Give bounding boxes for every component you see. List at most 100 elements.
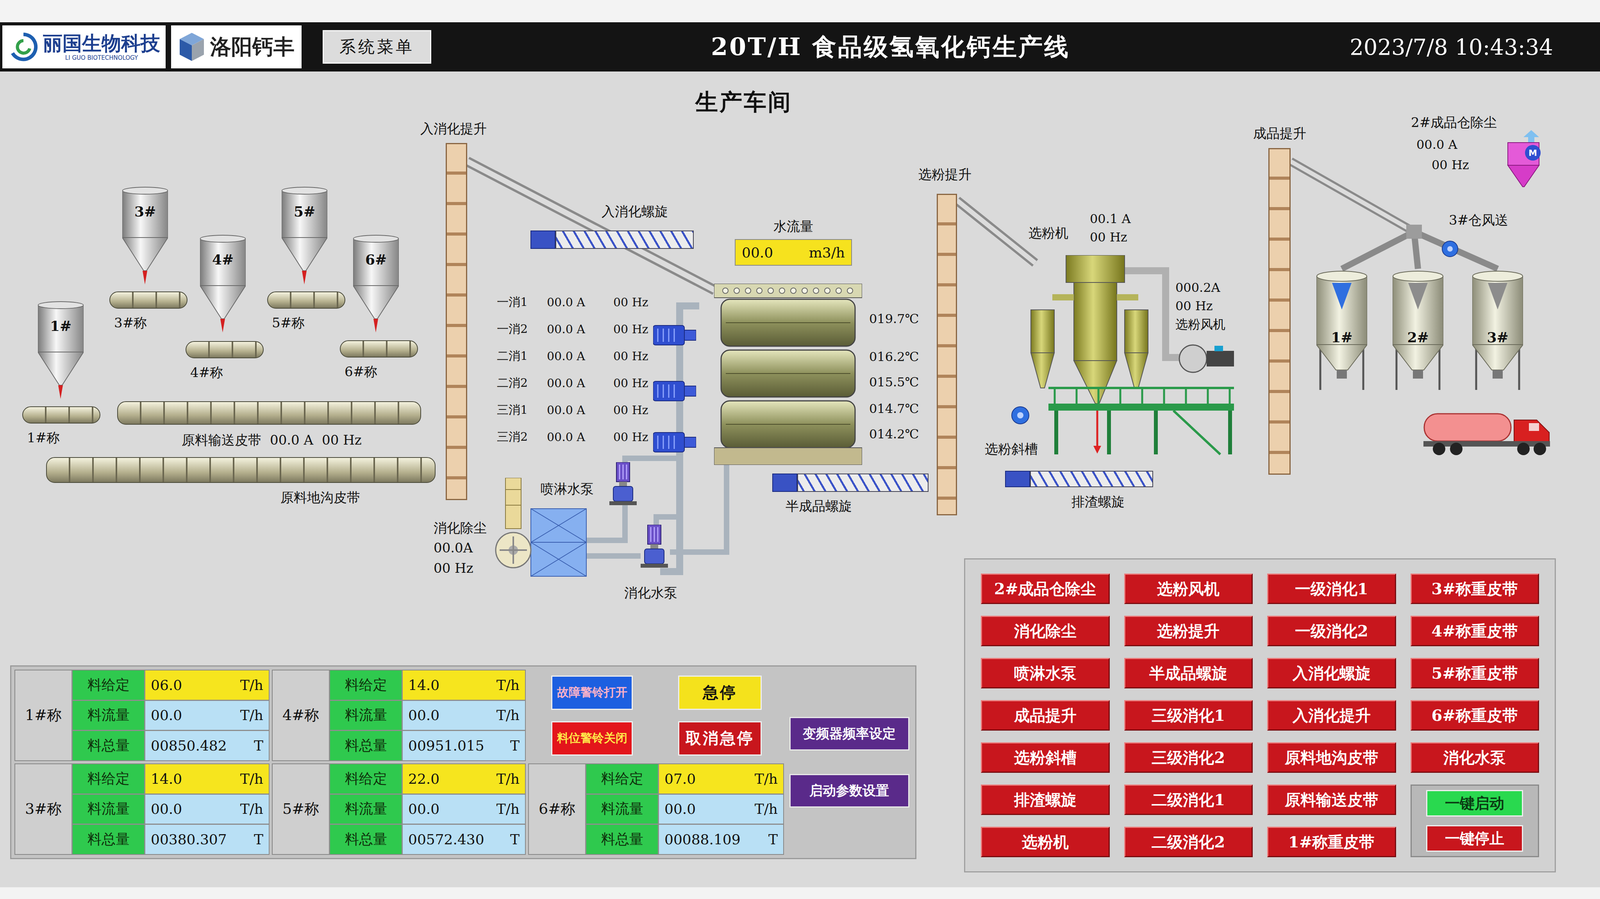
level-marker <box>1487 282 1508 310</box>
level-marker <box>1408 282 1428 310</box>
scale-block: 5#称料给定22.0T/h料流量00.0T/h料总量00572.430T <box>271 763 526 855</box>
scale-row-value: 00.0T/h <box>402 794 525 824</box>
belt-icon <box>267 291 346 309</box>
scale-name: 4#称 <box>272 670 329 761</box>
classifier-chute-label: 选粉斜槽 <box>984 441 1038 457</box>
settings-button[interactable]: 启动参数设置 <box>789 773 910 808</box>
motor-button[interactable]: 选粉提升 <box>1124 615 1254 647</box>
silo-icon <box>353 234 399 333</box>
motor-button[interactable]: 半成品螺旋 <box>1124 657 1254 689</box>
feed-elevator-label: 入消化提升 <box>420 121 487 136</box>
classifier-elevator <box>936 193 958 516</box>
partner-logo: 洛阳钙丰 <box>171 25 302 69</box>
scale-name: 3#称 <box>15 764 72 854</box>
motor-button[interactable]: 2#成品仓除尘 <box>980 573 1110 604</box>
scale-row-value[interactable]: 14.0T/h <box>402 670 525 700</box>
tanker-truck-icon <box>1423 408 1552 457</box>
motor-button[interactable]: 选粉机 <box>980 826 1110 858</box>
classifier-fan-readings: 000.2A00 Hz选粉风机 <box>1175 280 1226 332</box>
scale-row-label: 料流量 <box>586 794 658 824</box>
feed-elevator <box>445 142 468 500</box>
weigh-belt: 4#称 <box>185 341 264 380</box>
workshop-title: 生产车间 <box>695 87 793 118</box>
screw-motor-icon <box>772 473 798 492</box>
silo-label: 6# <box>353 251 399 268</box>
motor-button[interactable]: 入消化螺旋 <box>1267 657 1397 689</box>
alarm-bell-button[interactable]: 料位警铃关闭 <box>551 721 633 756</box>
motor-button[interactable]: 选粉斜槽 <box>980 742 1110 773</box>
motor-button[interactable]: 消化除尘 <box>980 615 1110 647</box>
motor-button[interactable]: 一级消化2 <box>1267 615 1397 647</box>
screw-tube <box>797 473 929 492</box>
motor-button[interactable]: 3#称重皮带 <box>1410 573 1540 604</box>
motor-button[interactable]: 6#称重皮带 <box>1410 700 1540 731</box>
scale-row-label: 料总量 <box>330 824 402 854</box>
classifier-label: 选粉机 <box>1028 225 1069 241</box>
scale-row-value: 00380.307T <box>145 824 269 854</box>
scale-row-value[interactable]: 06.0T/h <box>145 670 269 700</box>
product-elevator <box>1268 148 1291 475</box>
silo3-blower-label: 3#仓风送 <box>1448 212 1509 228</box>
motor-button[interactable]: 二级消化2 <box>1124 826 1254 858</box>
product-dust-current: 00.0 A <box>1416 137 1458 152</box>
motor-button[interactable]: 成品提升 <box>980 700 1110 731</box>
hmi-screen: 丽国生物科技LI GUO BIOTECHNOLOGY洛阳钙丰系统菜单20T/H … <box>0 0 1600 899</box>
scale-name: 5#称 <box>272 764 329 854</box>
motor-button[interactable]: 原料输送皮带 <box>1267 784 1397 815</box>
silo-icon <box>200 234 246 333</box>
motor-button[interactable]: 原料地沟皮带 <box>1267 742 1397 773</box>
scale-row-label: 料给定 <box>586 764 658 794</box>
motor-button[interactable]: 三级消化2 <box>1124 742 1254 773</box>
motor-button[interactable]: 入消化提升 <box>1267 700 1397 731</box>
scale-row-value: 00.0T/h <box>145 700 269 731</box>
screw-motor-icon <box>1005 470 1031 488</box>
scale-row-value: 00572.430T <box>402 824 525 854</box>
silo-label: 5# <box>281 203 328 220</box>
scale-name: 1#称 <box>15 670 72 761</box>
scale-row-value[interactable]: 07.0T/h <box>658 764 784 794</box>
settings-button[interactable]: 变频器频率设定 <box>789 716 910 751</box>
motor-button[interactable]: 选粉风机 <box>1124 573 1254 604</box>
scale-row-label: 料总量 <box>586 824 658 854</box>
motor-button[interactable]: 消化水泵 <box>1410 742 1540 773</box>
feed-screw-label: 入消化螺旋 <box>601 204 668 219</box>
motor-button[interactable]: 1#称重皮带 <box>1267 826 1397 858</box>
alarm-bell-button[interactable]: 故障警铃打开 <box>551 675 633 710</box>
scale-row-value: 00.0T/h <box>658 794 784 824</box>
level-marker <box>1332 282 1352 310</box>
motor-button[interactable]: 二级消化1 <box>1124 784 1254 815</box>
brand-logo: 丽国生物科技LI GUO BIOTECHNOLOGY <box>2 25 166 69</box>
silo-icon <box>37 301 84 399</box>
weigh-belt-label: 6#称 <box>344 364 418 379</box>
temperature-reading: 014.7℃ <box>869 401 919 416</box>
scale-row-value: 00951.015T <box>402 730 525 761</box>
raw-conveyor-label: 原料输送皮带00.0 A00 Hz <box>181 432 362 448</box>
scale-row-label: 料给定 <box>72 764 145 794</box>
one-key-box: 一键启动一键停止 <box>1410 784 1540 858</box>
motor-button[interactable]: 5#称重皮带 <box>1410 657 1540 689</box>
digester-motor-table: 一消100.0 A00 Hz一消200.0 A00 Hz二消100.0 A00 … <box>496 288 653 451</box>
motor-icon <box>653 377 697 405</box>
motor-button[interactable]: 4#称重皮带 <box>1410 615 1540 647</box>
emergency-stop-button[interactable]: 取消急停 <box>678 721 762 756</box>
emergency-stop-button[interactable]: 急停 <box>678 675 762 710</box>
ground-conveyor-label: 原料地沟皮带 <box>280 490 361 505</box>
one-key-button[interactable]: 一键停止 <box>1426 825 1524 852</box>
workshop-area: 生产车间1#3#4#5#6#1#称3#称4#称5#称6#称原料输送皮带00.0 … <box>0 71 1600 888</box>
scale-name: 6#称 <box>528 764 586 854</box>
motor-button[interactable]: 三级消化1 <box>1124 700 1254 731</box>
pump-icon <box>609 462 637 506</box>
motor-button[interactable]: 喷淋水泵 <box>980 657 1110 689</box>
scale-row-value: 00850.482T <box>145 730 269 761</box>
semi-product-screw <box>772 473 929 492</box>
scale-row-value[interactable]: 14.0T/h <box>145 764 269 794</box>
system-menu-button[interactable]: 系统菜单 <box>322 30 432 64</box>
water-flow-value: 00.0m3/h <box>734 239 852 266</box>
header-bar: 丽国生物科技LI GUO BIOTECHNOLOGY洛阳钙丰系统菜单20T/H … <box>0 22 1600 72</box>
motor-button[interactable]: 排渣螺旋 <box>980 784 1110 815</box>
motor-button[interactable]: 一级消化1 <box>1267 573 1397 604</box>
one-key-button[interactable]: 一键启动 <box>1426 789 1524 817</box>
scale-block: 6#称料给定07.0T/h料流量00.0T/h料总量00088.109T <box>528 763 784 855</box>
scale-row-value[interactable]: 22.0T/h <box>402 764 525 794</box>
classifier-elevator-label: 选粉提升 <box>918 167 972 182</box>
